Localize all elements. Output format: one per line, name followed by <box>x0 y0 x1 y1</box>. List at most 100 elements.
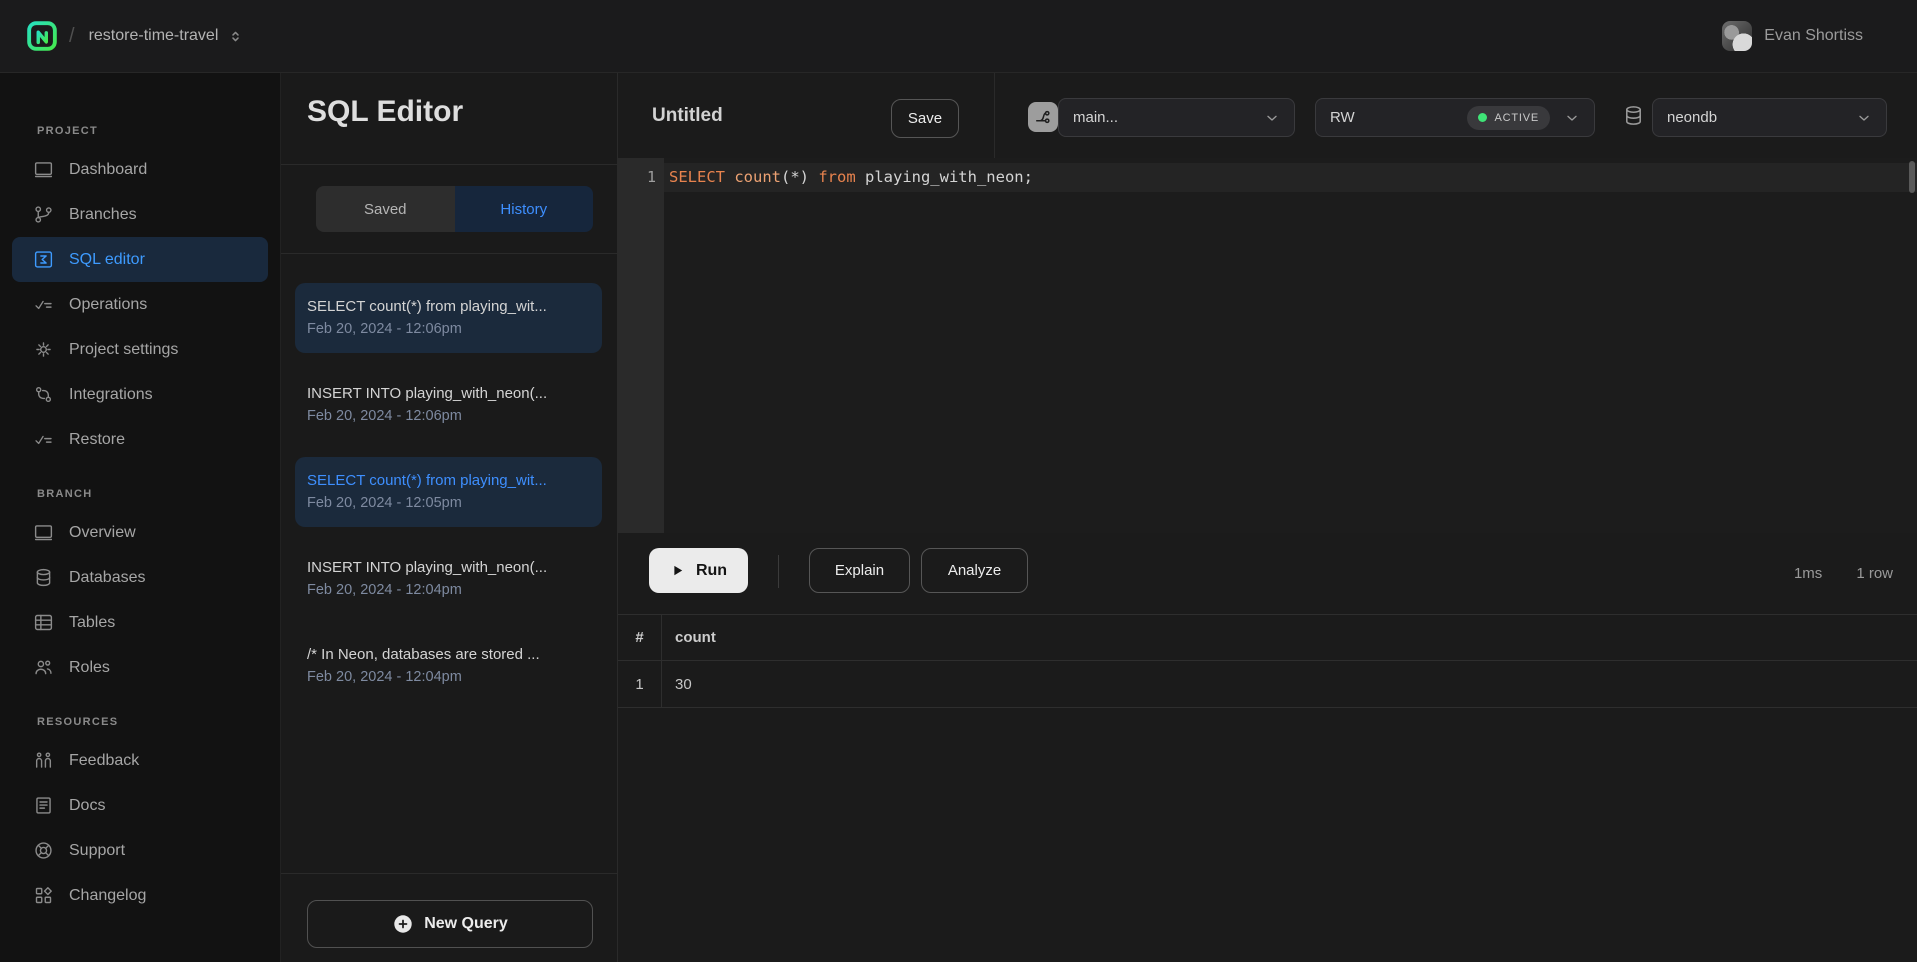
divider <box>281 164 617 165</box>
chevron-down-icon <box>1564 110 1580 126</box>
operations-icon <box>33 294 54 315</box>
sidebar-item-changelog[interactable]: Changelog <box>12 873 268 918</box>
chevron-down-icon <box>1856 110 1872 126</box>
sidebar-item-operations[interactable]: Operations <box>12 282 268 327</box>
user-name: Evan Shortiss <box>1764 27 1863 45</box>
tab-saved[interactable]: Saved <box>316 186 455 232</box>
sidebar-item-support[interactable]: Support <box>12 828 268 873</box>
status-badge: ACTIVE <box>1467 106 1550 130</box>
page-title: SQL Editor <box>307 95 463 129</box>
history-query: INSERT INTO playing_with_neon(... <box>307 382 590 405</box>
query-duration: 1ms <box>1794 565 1822 582</box>
sidebar-item-label: Tables <box>69 614 115 632</box>
results-cell-index: 1 <box>618 661 662 707</box>
life-buoy-icon <box>33 840 54 861</box>
compute-select-value: RW <box>1330 109 1355 126</box>
compute-select[interactable]: RW ACTIVE <box>1315 98 1595 137</box>
history-timestamp: Feb 20, 2024 - 12:06pm <box>307 405 590 427</box>
new-query-button[interactable]: New Query <box>307 900 593 948</box>
history-query: /* In Neon, databases are stored ... <box>307 643 590 666</box>
sidebar-section-branch: BRANCH Overview Databases Tables <box>0 488 280 690</box>
branch-select-value: main... <box>1073 109 1118 126</box>
save-button[interactable]: Save <box>891 99 959 138</box>
sql-editor-panel: SQL Editor Saved History SELECT count(*)… <box>281 73 618 962</box>
user-menu[interactable]: Evan Shortiss <box>1722 21 1863 51</box>
analyze-button[interactable]: Analyze <box>921 548 1028 593</box>
results-header-index: # <box>618 615 662 660</box>
avatar <box>1722 21 1752 51</box>
history-timestamp: Feb 20, 2024 - 12:05pm <box>307 492 590 514</box>
sidebar-item-databases[interactable]: Databases <box>12 555 268 600</box>
results-cell-count: 30 <box>662 661 1917 707</box>
section-label: BRANCH <box>37 488 280 500</box>
breadcrumb-separator: / <box>69 25 75 48</box>
neon-logo[interactable] <box>27 21 57 51</box>
neon-console: / restore-time-travel Evan Shortiss PROJ… <box>0 0 1917 962</box>
sql-plain: (*) <box>781 168 818 186</box>
project-switcher-unfold-icon[interactable] <box>228 29 243 44</box>
tab-history[interactable]: History <box>455 186 594 232</box>
database-select[interactable]: neondb <box>1652 98 1887 137</box>
sidebar-section-project: PROJECT Dashboard Branches SQL editor <box>0 125 280 462</box>
editor-scrollbar-thumb[interactable] <box>1909 161 1915 193</box>
query-title: Untitled <box>652 105 723 127</box>
sidebar-item-branches[interactable]: Branches <box>12 192 268 237</box>
sidebar-item-docs[interactable]: Docs <box>12 783 268 828</box>
chevron-down-icon <box>1264 110 1280 126</box>
code-editor[interactable]: 1 SELECT count(*) from playing_with_neon… <box>618 158 1917 533</box>
sidebar-item-tables[interactable]: Tables <box>12 600 268 645</box>
actions-bar: Run Explain Analyze 1ms 1 row <box>618 533 1917 613</box>
history-item[interactable]: INSERT INTO playing_with_neon(... Feb 20… <box>295 370 602 440</box>
database-icon <box>1622 104 1645 127</box>
branch-select[interactable]: main... <box>1058 98 1295 137</box>
breadcrumb-project-name[interactable]: restore-time-travel <box>89 27 219 45</box>
topbar-left: / restore-time-travel <box>0 21 243 51</box>
sidebar-item-integrations[interactable]: Integrations <box>12 372 268 417</box>
query-stats: 1ms 1 row <box>1794 533 1893 613</box>
sidebar-item-project-settings[interactable]: Project settings <box>12 327 268 372</box>
database-icon <box>33 567 54 588</box>
history-item[interactable]: /* In Neon, databases are stored ... Feb… <box>295 631 602 701</box>
play-icon <box>670 563 685 578</box>
branch-icon-button[interactable] <box>1028 102 1058 132</box>
run-label: Run <box>696 562 727 580</box>
git-branch-icon <box>33 204 54 225</box>
topbar: / restore-time-travel Evan Shortiss <box>0 0 1917 73</box>
overview-icon <box>33 522 54 543</box>
sidebar-item-label: Operations <box>69 296 147 314</box>
gear-icon <box>33 339 54 360</box>
history-query: INSERT INTO playing_with_neon(... <box>307 556 590 579</box>
sql-function: count <box>734 168 781 186</box>
history-item-selected[interactable]: SELECT count(*) from playing_wit... Feb … <box>295 457 602 527</box>
history-item[interactable]: SELECT count(*) from playing_wit... Feb … <box>295 283 602 353</box>
sidebar-item-roles[interactable]: Roles <box>12 645 268 690</box>
sidebar-item-overview[interactable]: Overview <box>12 510 268 555</box>
line-number: 1 <box>618 163 656 192</box>
history-timestamp: Feb 20, 2024 - 12:06pm <box>307 318 590 340</box>
history-item[interactable]: INSERT INTO playing_with_neon(... Feb 20… <box>295 544 602 614</box>
sidebar-item-label: Overview <box>69 524 136 542</box>
section-label: PROJECT <box>37 125 280 137</box>
results-header-count: count <box>662 615 1917 660</box>
sidebar-item-restore[interactable]: Restore <box>12 417 268 462</box>
explain-button[interactable]: Explain <box>809 548 910 593</box>
sidebar: PROJECT Dashboard Branches SQL editor <box>0 73 281 962</box>
dashboard-icon <box>33 159 54 180</box>
sql-keyword: SELECT <box>669 168 734 186</box>
results-header-row: # count <box>618 614 1917 661</box>
sidebar-item-label: Docs <box>69 797 105 815</box>
divider <box>994 73 995 158</box>
main-area: Untitled Save main... RW ACTIVE <box>618 73 1917 962</box>
history-timestamp: Feb 20, 2024 - 12:04pm <box>307 579 590 601</box>
editor-gutter <box>618 158 664 533</box>
sidebar-item-feedback[interactable]: Feedback <box>12 738 268 783</box>
sidebar-item-sql-editor[interactable]: SQL editor <box>12 237 268 282</box>
docs-icon <box>33 795 54 816</box>
sql-editor-icon <box>33 249 54 270</box>
sidebar-item-dashboard[interactable]: Dashboard <box>12 147 268 192</box>
run-button[interactable]: Run <box>649 548 748 593</box>
active-status-dot <box>1478 113 1487 122</box>
sidebar-item-label: Branches <box>69 206 137 224</box>
query-row-count: 1 row <box>1856 565 1893 582</box>
history-list: SELECT count(*) from playing_wit... Feb … <box>281 254 616 873</box>
